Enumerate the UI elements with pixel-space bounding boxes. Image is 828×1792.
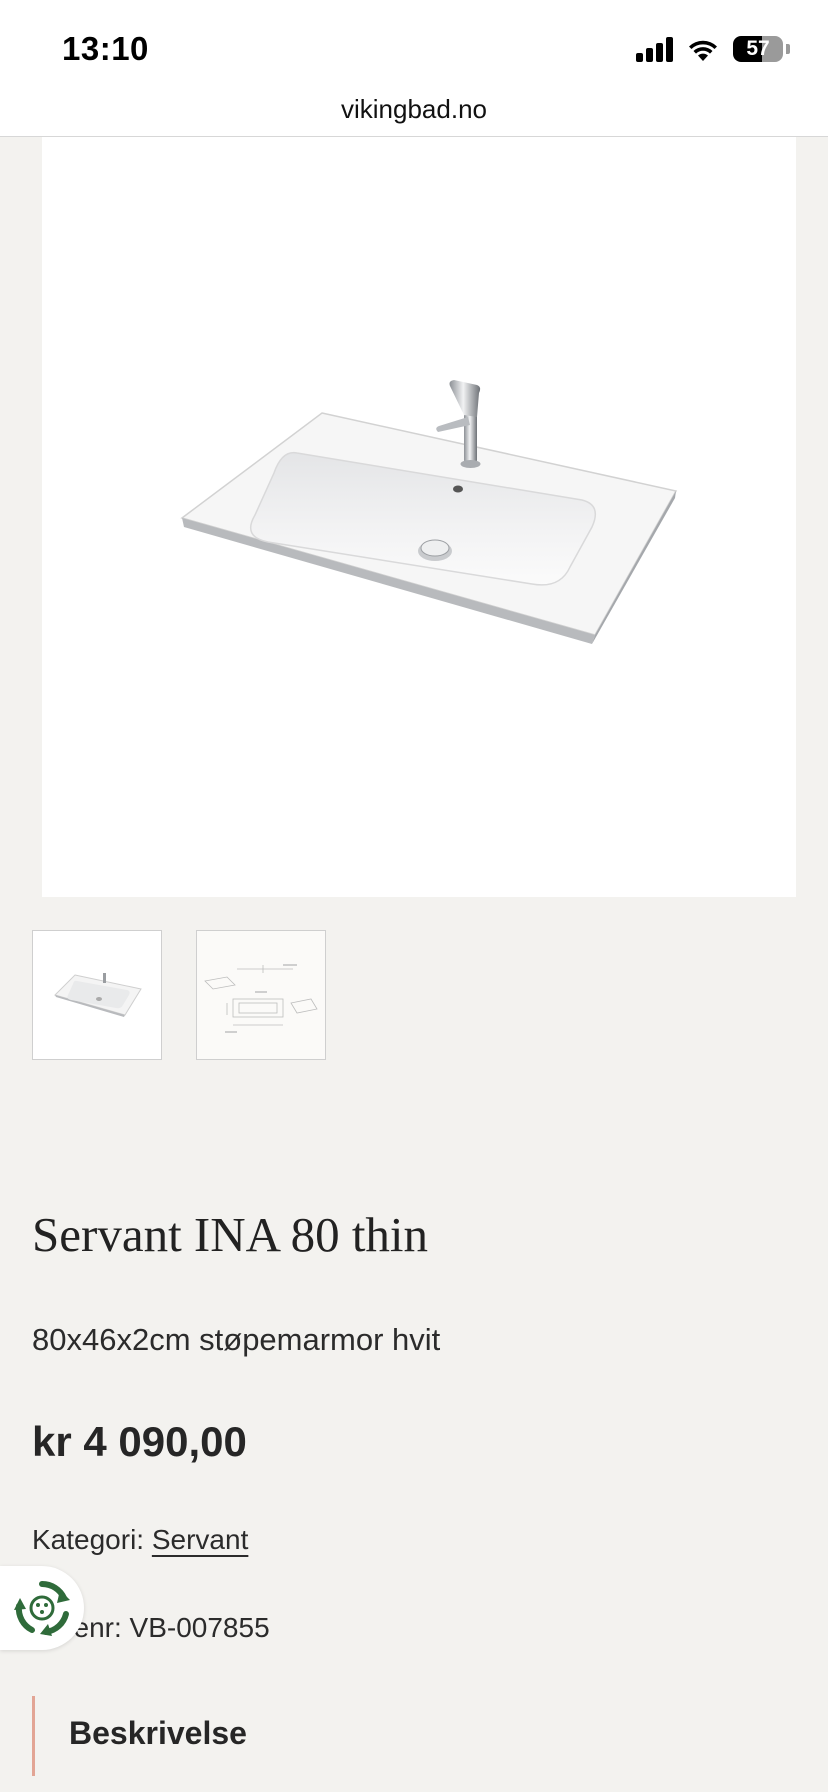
category-link[interactable]: Servant <box>152 1524 249 1555</box>
product-price: kr 4 090,00 <box>32 1418 247 1465</box>
thumbnail-sink[interactable] <box>32 930 162 1060</box>
sink-image <box>180 380 678 644</box>
product-main-image[interactable] <box>42 137 796 897</box>
product-title: Servant INA 80 thin <box>32 1207 429 1262</box>
category-row: Kategori: Servant <box>32 1524 248 1556</box>
wifi-icon <box>689 40 717 61</box>
description-heading[interactable]: Beskrivelse <box>69 1715 247 1752</box>
signal-icon <box>636 36 673 62</box>
sku-value: VB-007855 <box>129 1612 270 1643</box>
address-bar[interactable]: vikingbad.no <box>0 92 828 137</box>
sink-thumbnail <box>54 973 142 1017</box>
battery-cap <box>786 44 790 54</box>
thumbnail-technical-drawing[interactable] <box>196 930 326 1060</box>
url-text[interactable]: vikingbad.no <box>341 94 487 124</box>
description-accordion[interactable]: Beskrivelse <box>32 1696 795 1776</box>
battery-icon: 57 <box>733 36 783 62</box>
recycle-icon <box>14 1580 70 1636</box>
category-label: Kategori: <box>32 1524 145 1555</box>
technical-drawing-thumbnail <box>204 964 318 1033</box>
product-subtitle: 80x46x2cm støpemarmor hvit <box>32 1322 441 1357</box>
status-bar: 13:10 57 <box>0 0 828 92</box>
eco-widget-button[interactable] <box>0 1566 84 1650</box>
status-time: 13:10 <box>62 30 149 67</box>
battery-level: 57 <box>746 37 770 60</box>
status-icons: 57 <box>636 34 790 64</box>
